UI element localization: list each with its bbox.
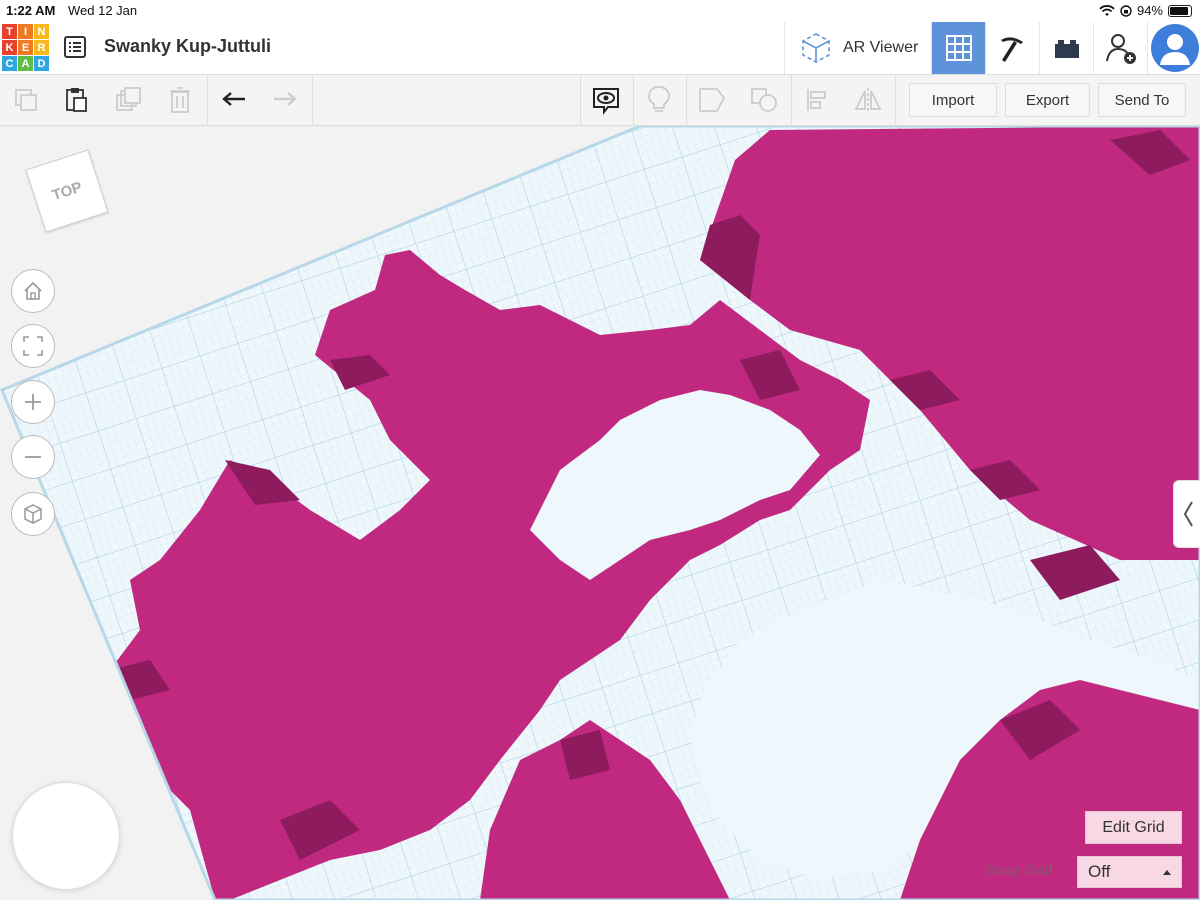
battery-icon	[1168, 4, 1192, 17]
paste-icon	[66, 88, 87, 112]
add-user-icon	[1105, 34, 1136, 64]
status-date: Wed 12 Jan	[68, 3, 138, 18]
orientation-lock-icon	[1120, 4, 1132, 17]
navigation-joystick[interactable]	[12, 782, 120, 890]
export-button[interactable]: Export	[1005, 83, 1090, 117]
align-button[interactable]	[795, 75, 839, 125]
toolbar-divider	[791, 75, 792, 125]
lightbulb-icon	[648, 86, 670, 112]
snap-grid-select[interactable]: Off	[1077, 856, 1182, 888]
fit-view-button[interactable]	[11, 324, 55, 368]
duplicate-button[interactable]	[106, 75, 150, 125]
light-button[interactable]	[637, 75, 681, 125]
edit-toolbar: Import Export Send To	[0, 75, 1200, 126]
status-right: 94%	[1099, 3, 1192, 18]
status-bar: 1:22 AM Wed 12 Jan 94%	[0, 0, 1200, 22]
send-to-button[interactable]: Send To	[1098, 83, 1186, 117]
notes-button[interactable]	[584, 75, 628, 125]
toolbar-divider	[312, 75, 313, 125]
logo-letter: K	[2, 40, 17, 55]
delete-button[interactable]	[158, 75, 202, 125]
3d-design-view-button[interactable]	[931, 22, 985, 74]
logo-letter: A	[18, 56, 33, 71]
paste-button[interactable]	[54, 75, 98, 125]
wifi-icon	[1099, 4, 1115, 16]
ar-cube-icon	[802, 33, 830, 63]
tinkercad-logo[interactable]: T I N K E R C A D	[2, 24, 49, 71]
duplicate-icon	[116, 87, 141, 111]
logo-letter: E	[18, 40, 33, 55]
ar-viewer-label: AR Viewer	[843, 39, 919, 56]
workplane[interactable]: TOP Edit Grid Snap Grid Off	[0, 126, 1200, 900]
perspective-button[interactable]	[11, 492, 55, 536]
battery-percent: 94%	[1136, 3, 1163, 18]
shape-group-button[interactable]	[690, 75, 734, 125]
ungroup-shape-icon	[751, 88, 777, 112]
top-bar: T I N K E R C A D Swanky Kup-Juttuli AR …	[0, 22, 1200, 75]
snap-grid-label: Snap Grid	[985, 862, 1053, 879]
workplane-canvas[interactable]	[0, 126, 1200, 900]
copy-icon	[15, 89, 37, 111]
invite-user-button[interactable]	[1093, 22, 1147, 74]
snap-grid-value: Off	[1088, 862, 1111, 881]
collapse-panel-button[interactable]	[1173, 480, 1200, 548]
plus-icon	[25, 394, 41, 410]
bricks-view-button[interactable]	[1039, 22, 1093, 74]
ar-viewer-button[interactable]: AR Viewer	[784, 22, 930, 74]
speech-eye-icon	[593, 88, 619, 115]
home-icon	[24, 281, 42, 300]
toolbar-divider	[580, 75, 581, 125]
toolbar-divider	[895, 75, 896, 125]
design-list-icon[interactable]	[63, 35, 87, 59]
caret-up-icon	[1163, 870, 1171, 875]
mirror-button[interactable]	[846, 75, 890, 125]
undo-button[interactable]	[212, 75, 256, 125]
logo-letter: R	[34, 40, 49, 55]
minus-icon	[25, 456, 41, 458]
zoom-in-button[interactable]	[11, 380, 55, 424]
trash-icon	[170, 87, 190, 113]
group-shape-icon	[699, 88, 726, 112]
import-button[interactable]: Import	[909, 83, 997, 117]
fit-view-icon	[23, 336, 43, 356]
home-view-button[interactable]	[11, 269, 55, 313]
minecraft-view-button[interactable]	[985, 22, 1039, 74]
mirror-icon	[854, 88, 882, 112]
avatar	[1150, 24, 1199, 72]
redo-button[interactable]	[263, 75, 307, 125]
brick-icon	[1054, 40, 1079, 58]
copy-button[interactable]	[4, 75, 48, 125]
logo-letter: T	[2, 24, 17, 39]
view-cube-label: TOP	[49, 178, 85, 204]
cube-icon	[24, 504, 42, 524]
ungroup-button[interactable]	[742, 75, 786, 125]
logo-letter: N	[34, 24, 49, 39]
chevron-left-icon	[1183, 501, 1193, 527]
align-icon	[807, 89, 826, 111]
logo-letter: I	[18, 24, 33, 39]
edit-grid-button[interactable]: Edit Grid	[1085, 811, 1182, 844]
toolbar-divider	[633, 75, 634, 125]
logo-letter: C	[2, 56, 17, 71]
grid-icon	[945, 35, 972, 61]
profile-button[interactable]	[1147, 22, 1200, 74]
logo-letter: D	[34, 56, 49, 71]
zoom-out-button[interactable]	[11, 435, 55, 479]
undo-icon	[222, 92, 245, 106]
toolbar-divider	[207, 75, 208, 125]
pickaxe-icon	[1000, 37, 1023, 62]
design-title[interactable]: Swanky Kup-Juttuli	[104, 36, 271, 57]
status-time: 1:22 AM	[6, 3, 56, 18]
redo-icon	[274, 92, 297, 106]
toolbar-divider	[686, 75, 687, 125]
